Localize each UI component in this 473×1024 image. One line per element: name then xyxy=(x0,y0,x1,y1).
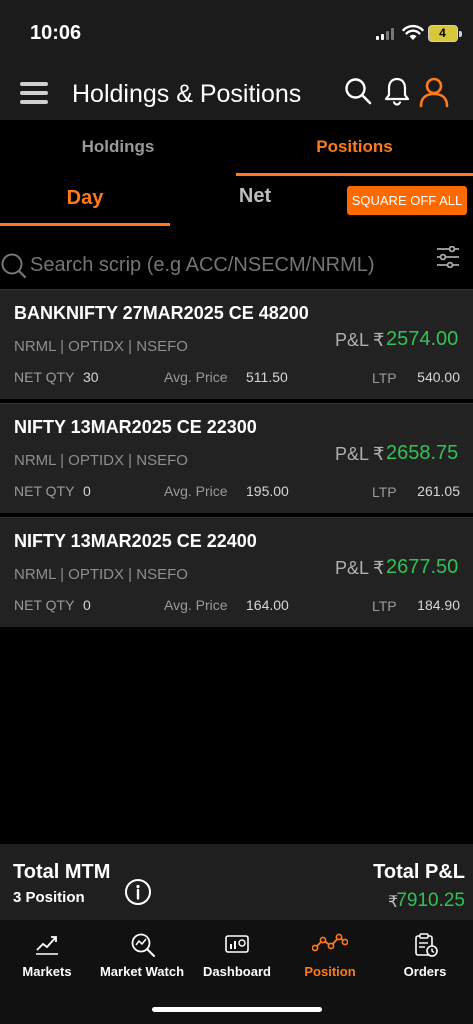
avg-price-label: Avg. Price xyxy=(164,597,228,613)
info-icon[interactable] xyxy=(124,878,152,906)
total-pl-value: 7910.25 xyxy=(396,890,465,911)
position-card[interactable]: BANKNIFTY 27MAR2025 CE 48200 NRML | OPTI… xyxy=(0,289,473,399)
pl-label: P&L xyxy=(335,444,370,464)
user-profile-icon[interactable] xyxy=(418,76,450,108)
pl-value: 2658.75 xyxy=(386,442,459,464)
search-bar xyxy=(0,238,473,290)
wifi-icon xyxy=(402,24,424,40)
position-graph-icon xyxy=(312,933,348,952)
search-input[interactable] xyxy=(30,254,410,277)
pl-label: P&L xyxy=(335,558,370,578)
total-pl-title: Total P&L xyxy=(373,861,465,883)
pl-label: P&L xyxy=(335,330,370,350)
ltp-value: 184.90 xyxy=(417,597,460,613)
nav-label: Markets xyxy=(22,964,72,979)
rupee-symbol: ₹ xyxy=(373,444,385,464)
pl-value: 2677.50 xyxy=(386,556,459,578)
search-icon[interactable] xyxy=(343,76,373,106)
ltp-label: LTP xyxy=(372,484,397,500)
bell-icon[interactable] xyxy=(383,76,411,106)
search-icon xyxy=(1,253,26,278)
total-mtm-title: Total MTM xyxy=(13,861,111,883)
position-tags: NRML | OPTIDX | NSEFO xyxy=(14,338,188,355)
dashboard-icon xyxy=(225,935,249,953)
position-symbol: BANKNIFTY 27MAR2025 CE 48200 xyxy=(14,303,309,323)
pl-value: 2574.00 xyxy=(386,328,459,350)
top-tabs: Holdings Positions xyxy=(0,120,473,176)
nav-label: Orders xyxy=(403,964,447,979)
status-time: 10:06 xyxy=(30,22,82,44)
net-qty-label: NET QTY xyxy=(14,369,75,385)
avg-price-value: 195.00 xyxy=(246,483,289,499)
ltp-label: LTP xyxy=(372,598,397,614)
app-header: Holdings & Positions xyxy=(0,64,473,120)
avg-price-label: Avg. Price xyxy=(164,369,228,385)
avg-price-value: 164.00 xyxy=(246,597,289,613)
cellular-signal-icon xyxy=(376,28,396,40)
net-qty-label: NET QTY xyxy=(14,597,75,613)
ltp-value: 540.00 xyxy=(417,369,460,385)
tab-positions[interactable]: Positions xyxy=(236,120,473,176)
net-qty-value: 30 xyxy=(83,369,99,385)
page-title: Holdings & Positions xyxy=(72,80,302,108)
position-tags: NRML | OPTIDX | NSEFO xyxy=(14,452,188,469)
position-card[interactable]: NIFTY 13MAR2025 CE 22300 NRML | OPTIDX |… xyxy=(0,403,473,513)
filter-sliders-icon[interactable] xyxy=(436,246,460,268)
home-indicator xyxy=(152,1007,322,1012)
position-count: 3 Position xyxy=(13,889,85,906)
nav-position[interactable]: Position xyxy=(290,920,370,990)
square-off-all-button[interactable]: SQUARE OFF ALL xyxy=(347,186,467,215)
ltp-value: 261.05 xyxy=(417,483,460,499)
market-watch-icon xyxy=(131,933,155,957)
tab-net[interactable]: Net xyxy=(180,176,330,222)
net-qty-value: 0 xyxy=(83,483,91,499)
battery-icon: 4 xyxy=(428,25,458,42)
position-symbol: NIFTY 13MAR2025 CE 22300 xyxy=(14,417,257,437)
nav-dashboard[interactable]: Dashboard xyxy=(194,920,280,990)
status-bar: 10:06 4 xyxy=(0,0,473,64)
total-summary-bar: Total MTM 3 Position Total P&L ₹ 7910.25 xyxy=(0,844,473,920)
avg-price-value: 511.50 xyxy=(246,369,288,385)
net-qty-label: NET QTY xyxy=(14,483,75,499)
orders-clipboard-icon xyxy=(415,933,438,957)
avg-price-label: Avg. Price xyxy=(164,483,228,499)
tab-day[interactable]: Day xyxy=(0,176,170,226)
rupee-symbol: ₹ xyxy=(373,558,385,578)
nav-markets[interactable]: Markets xyxy=(7,920,87,990)
position-card[interactable]: NIFTY 13MAR2025 CE 22400 NRML | OPTIDX |… xyxy=(0,517,473,627)
tab-holdings[interactable]: Holdings xyxy=(0,120,236,176)
hamburger-menu-icon[interactable] xyxy=(20,82,48,104)
position-tags: NRML | OPTIDX | NSEFO xyxy=(14,566,188,583)
nav-label: Market Watch xyxy=(99,964,185,979)
sub-tabs: Day Net SQUARE OFF ALL xyxy=(0,176,473,226)
nav-market-watch[interactable]: Market Watch xyxy=(92,920,192,990)
net-qty-value: 0 xyxy=(83,597,91,613)
rupee-symbol: ₹ xyxy=(373,330,385,350)
nav-label: Position xyxy=(304,964,356,979)
nav-orders[interactable]: Orders xyxy=(385,920,465,990)
ltp-label: LTP xyxy=(372,370,397,386)
nav-label: Dashboard xyxy=(203,964,271,979)
battery-nub xyxy=(459,31,462,37)
position-symbol: NIFTY 13MAR2025 CE 22400 xyxy=(14,531,257,551)
battery-level: 4 xyxy=(439,26,446,40)
trend-chart-icon xyxy=(36,936,58,955)
